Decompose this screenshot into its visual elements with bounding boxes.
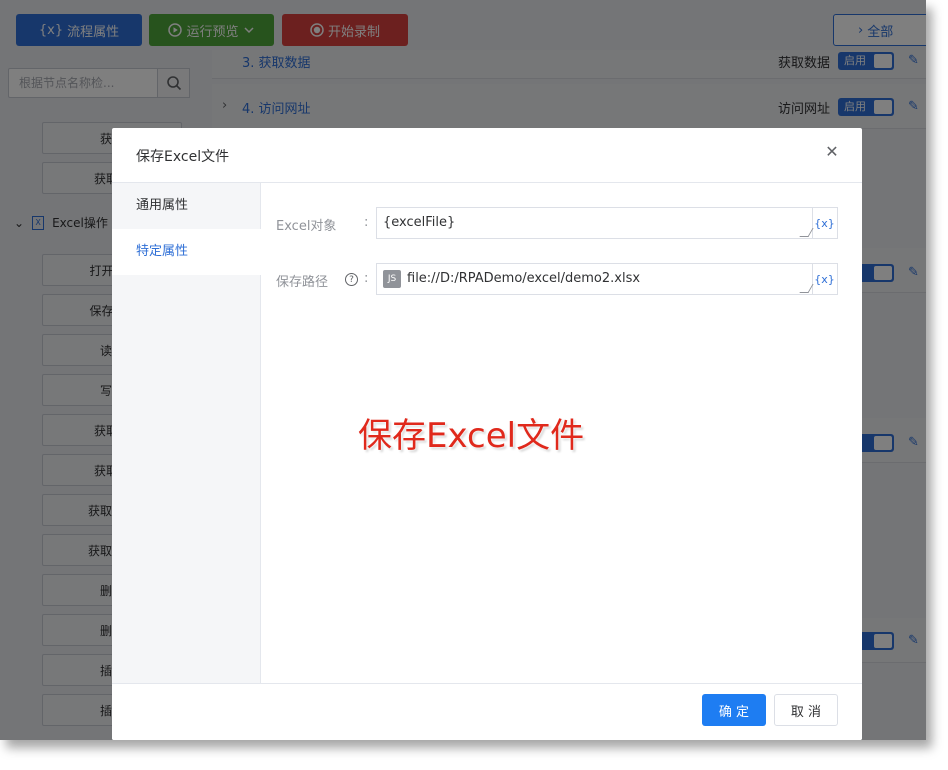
excel-object-label: Excel对象 bbox=[276, 219, 337, 234]
save-path-label: 保存路径 bbox=[276, 275, 329, 290]
save-path-input[interactable]: JS file://D:/RPADemo/excel/demo2.xlsx bbox=[376, 263, 814, 295]
cancel-button[interactable]: 取 消 bbox=[774, 694, 838, 726]
confirm-button[interactable]: 确 定 bbox=[702, 694, 766, 726]
save-path-value: file://D:/RPADemo/excel/demo2.xlsx bbox=[407, 271, 641, 286]
variable-insert-button[interactable]: {x} bbox=[812, 207, 838, 239]
dialog-footer: 确 定 取 消 bbox=[112, 683, 862, 740]
tab-specific-properties[interactable]: 特定属性 bbox=[112, 229, 261, 275]
excel-object-input[interactable]: {excelFile} bbox=[376, 207, 814, 239]
save-excel-dialog: 保存Excel文件 ✕ 通用属性 特定属性 Excel对象 : {excelFi… bbox=[112, 128, 862, 740]
tab-general-properties[interactable]: 通用属性 bbox=[112, 183, 260, 229]
dialog-header: 保存Excel文件 ✕ bbox=[112, 128, 862, 183]
annotation-caption: 保存Excel文件 bbox=[358, 416, 585, 456]
dialog-title: 保存Excel文件 bbox=[136, 149, 230, 165]
close-icon[interactable]: ✕ bbox=[824, 144, 840, 160]
field-colon: : bbox=[364, 271, 369, 286]
js-expression-icon: JS bbox=[383, 270, 401, 288]
variable-insert-button[interactable]: {x} bbox=[812, 263, 838, 295]
field-colon: : bbox=[364, 215, 369, 230]
app-window: {x} 流程属性 运行预览 开始录制 › 全部 根据节点名称检... 获取 获取… bbox=[0, 0, 926, 740]
dialog-tabs: 通用属性 特定属性 bbox=[112, 183, 261, 683]
excel-object-value: {excelFile} bbox=[383, 215, 456, 230]
help-icon[interactable]: ? bbox=[345, 273, 358, 286]
